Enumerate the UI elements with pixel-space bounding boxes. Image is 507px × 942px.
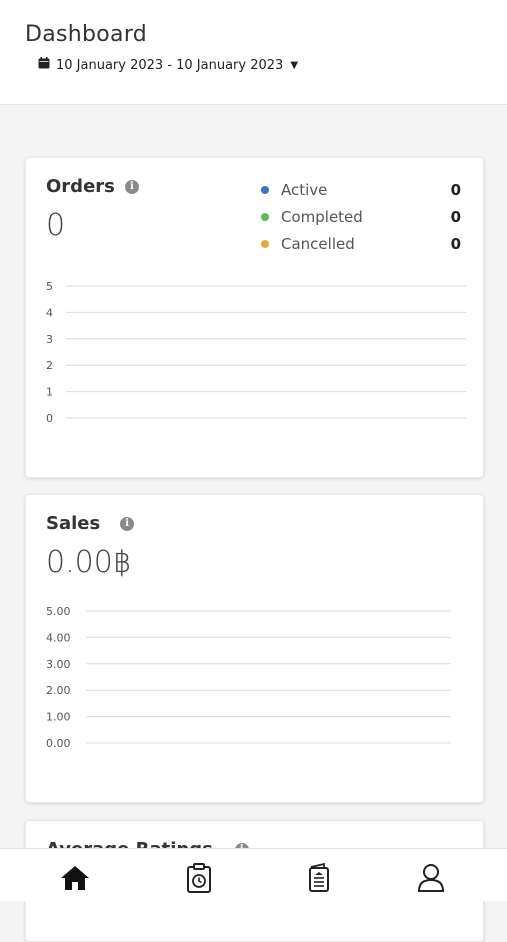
orders-chart: 5 4 3 2 1 0: [46, 280, 466, 425]
legend-dot-completed: [261, 212, 269, 221]
dashboard-header: Dashboard 10 January 2023 - 10 January 2…: [0, 0, 507, 105]
legend-dot-cancelled: [261, 239, 269, 248]
user-icon: [417, 864, 445, 892]
orders-y-tick-label: 5: [46, 280, 53, 293]
legend-item-cancelled: Cancelled 0: [261, 230, 461, 257]
legend-count-cancelled: 0: [450, 234, 461, 253]
nav-menu[interactable]: [304, 863, 334, 893]
legend-label-active: Active: [281, 180, 328, 199]
clipboard-clock-icon: [187, 863, 211, 893]
home-icon: [61, 866, 89, 890]
sales-y-tick-label: 3.00: [46, 658, 71, 671]
sales-y-tick-label: 0.00: [46, 737, 71, 750]
orders-y-tick-label: 2: [46, 359, 53, 372]
info-icon[interactable]: i: [124, 179, 139, 194]
caret-down-icon: ▼: [290, 59, 299, 71]
info-icon[interactable]: i: [120, 516, 135, 531]
bottom-navigation: [0, 848, 507, 901]
legend-dot-active: [261, 185, 269, 194]
nav-profile[interactable]: [416, 863, 446, 893]
legend-count-active: 0: [450, 180, 461, 199]
orders-legend: Active 0 Completed 0 Cancelled 0: [261, 176, 461, 257]
legend-label-cancelled: Cancelled: [281, 234, 355, 253]
nav-home[interactable]: [60, 863, 90, 893]
sales-y-tick-label: 4.00: [46, 631, 71, 644]
orders-y-tick-label: 0: [46, 412, 53, 425]
date-range-text: 10 January 2023 - 10 January 2023: [56, 57, 284, 73]
sales-title: Sales: [46, 513, 101, 534]
calendar-icon: [38, 57, 50, 73]
date-range-selector[interactable]: 10 January 2023 - 10 January 2023 ▼: [38, 57, 298, 73]
legend-label-completed: Completed: [281, 207, 363, 226]
orders-y-tick-label: 3: [46, 333, 53, 346]
sales-y-tick-label: 2.00: [46, 684, 71, 697]
orders-title: Orders: [46, 176, 115, 197]
legend-count-completed: 0: [450, 207, 461, 226]
orders-y-tick-label: 1: [46, 386, 53, 399]
legend-item-completed: Completed 0: [261, 203, 461, 230]
page-title: Dashboard: [25, 22, 148, 47]
orders-total-value: 0: [46, 208, 66, 243]
nav-orders[interactable]: [184, 863, 214, 893]
sales-chart: 5.00 4.00 3.00 2.00 1.00 0.00: [46, 605, 451, 750]
menu-document-icon: [309, 863, 329, 892]
sales-card: Sales i 0.00฿ 5.00 4.00 3.00 2.00 1.00 0.00: [25, 494, 484, 803]
sales-title-row: Sales i: [46, 513, 135, 534]
orders-title-row: Orders i: [46, 176, 139, 197]
sales-total-value: 0.00฿: [46, 545, 132, 580]
sales-y-tick-label: 1.00: [46, 711, 71, 724]
orders-y-tick-label: 4: [46, 306, 53, 319]
legend-item-active: Active 0: [261, 176, 461, 203]
sales-y-tick-label: 5.00: [46, 605, 71, 618]
orders-card: Orders i 0 Active 0 Completed 0 Cancelle…: [25, 157, 484, 478]
